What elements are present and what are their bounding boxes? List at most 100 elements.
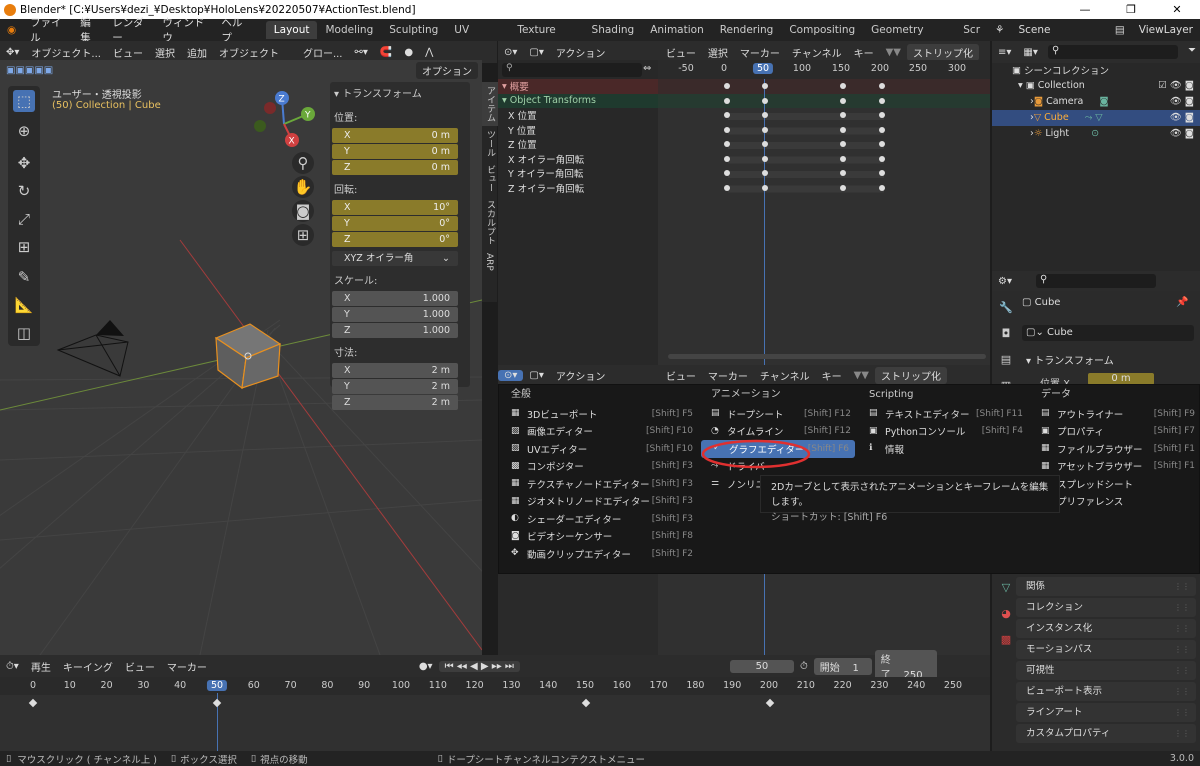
render-tab-icon[interactable]: ◘ xyxy=(996,321,1016,347)
measure-icon[interactable]: 📐 xyxy=(13,294,35,316)
close-icon[interactable]: ✕ xyxy=(1154,0,1200,19)
mode-icon[interactable]: ▢▾ xyxy=(523,370,549,381)
menu-item[interactable]: ▤ アウトライナー [Shift] F9 xyxy=(1029,405,1200,423)
keyframe[interactable] xyxy=(762,185,768,191)
scale-x-field[interactable]: X 1.000 xyxy=(332,291,458,306)
record-icon[interactable]: ●▾ xyxy=(413,661,439,672)
keyframe[interactable] xyxy=(879,170,885,176)
keyframe[interactable] xyxy=(840,141,846,147)
swap-icon[interactable]: ⇔ xyxy=(643,63,651,74)
menu-view[interactable]: ビュー xyxy=(119,659,161,674)
menu-item[interactable]: ▩ コンポジター [Shift] F3 xyxy=(499,458,699,476)
tab-animation[interactable]: Animation xyxy=(642,21,712,39)
menu-item[interactable]: ▣ Pythonコンソール [Shift] F4 xyxy=(857,423,1029,441)
location-x-field[interactable]: X0 m xyxy=(332,128,458,143)
keyframe[interactable] xyxy=(724,170,730,176)
editor-type-icon[interactable]: ≡▾ xyxy=(992,47,1017,58)
scale-icon[interactable]: ⤢ xyxy=(13,208,35,230)
keyframe[interactable] xyxy=(879,83,885,89)
location-y-field[interactable]: Y0 m xyxy=(332,144,458,159)
menu-marker[interactable]: マーカー xyxy=(702,368,754,383)
keyframe[interactable] xyxy=(840,127,846,133)
dopesheet2-body[interactable] xyxy=(498,574,990,655)
keyframe[interactable] xyxy=(724,127,730,133)
falloff-icon[interactable]: ⋀ xyxy=(419,47,439,58)
menu-view[interactable]: ビュー xyxy=(660,45,702,60)
preview-range-icon[interactable]: ⏱ xyxy=(794,661,814,672)
menu-view[interactable]: ビュー xyxy=(107,45,149,60)
property-category[interactable]: インスタンス化 xyxy=(1016,619,1196,638)
dopesheet2-mode[interactable]: アクション xyxy=(550,368,660,383)
dopesheet-mode[interactable]: アクション xyxy=(550,45,660,60)
tab-tool[interactable]: ツール xyxy=(482,126,499,161)
dimension-x-field[interactable]: X2 m xyxy=(332,363,458,378)
keyframe[interactable] xyxy=(762,156,768,162)
menu-key[interactable]: キー xyxy=(816,368,848,383)
editor-type-icon[interactable]: ⊙▾ xyxy=(498,47,523,58)
channel-summary[interactable]: ▾ 概要 xyxy=(498,79,658,94)
filter-icon[interactable]: ▼▼ xyxy=(848,370,875,381)
rotation-mode-select[interactable]: XYZ オイラー角 ⌄ xyxy=(332,251,458,266)
push-down-button[interactable]: ストリップ化 xyxy=(906,43,979,61)
dopesheet-editor[interactable]: ⚲ ⇔ ▾ 概要 ▾ Object Transforms X 位置 Y 位置 Z… xyxy=(498,60,990,365)
keyframe[interactable] xyxy=(724,98,730,104)
editor-type-icon[interactable]: ⏱▾ xyxy=(0,661,25,672)
dopesheet-scrollbar[interactable] xyxy=(668,354,986,359)
transform-orientation[interactable]: グロー... xyxy=(297,45,349,60)
keyframe[interactable] xyxy=(762,83,768,89)
property-category[interactable]: 可視性 xyxy=(1016,661,1196,680)
scene-name[interactable]: Scene xyxy=(1011,24,1107,36)
tab-sculpting[interactable]: Sculpting xyxy=(381,21,446,39)
outliner-scene-collection[interactable]: ▣ シーンコレクション xyxy=(992,63,1200,78)
menu-channel[interactable]: チャンネル xyxy=(786,45,848,60)
tab-compositing[interactable]: Compositing xyxy=(781,21,863,39)
tab-view[interactable]: ビュー xyxy=(482,161,499,196)
tab-modeling[interactable]: Modeling xyxy=(317,21,381,39)
filter-icon[interactable]: ⏷ xyxy=(1188,45,1196,56)
keyframe[interactable] xyxy=(840,112,846,118)
keyframe[interactable] xyxy=(762,112,768,118)
keyframe[interactable] xyxy=(879,141,885,147)
blender-menu-icon[interactable]: ◉ xyxy=(0,24,23,36)
pivot-icon[interactable]: ⚯▾ xyxy=(349,47,374,58)
property-category[interactable]: カスタムプロパティ xyxy=(1016,724,1196,743)
tab-shading[interactable]: Shading xyxy=(584,21,643,39)
keyframe[interactable] xyxy=(879,156,885,162)
editor-type-icon[interactable]: ⚙▾ xyxy=(992,276,1018,287)
menu-item[interactable]: ▨ 画像エディター [Shift] F10 xyxy=(499,423,699,441)
tab-arp[interactable]: ARP xyxy=(482,249,496,275)
tab-scripting[interactable]: Scr xyxy=(955,21,988,39)
menu-item[interactable]: ▤ テキストエディター [Shift] F11 xyxy=(857,405,1029,423)
tab-sculpt[interactable]: スカルプト xyxy=(482,196,499,249)
properties-search-input[interactable]: ⚲ xyxy=(1035,274,1156,288)
playback-controls[interactable]: ⏮ ◂◂ ◀ ▶ ▸▸ ⏭ xyxy=(438,660,520,672)
menu-item[interactable]: ✥ 動画クリップエディター [Shift] F2 xyxy=(499,545,699,563)
menu-marker[interactable]: マーカー xyxy=(161,659,213,674)
ortho-grid-icon[interactable]: ⊞ xyxy=(292,224,314,246)
keyframe[interactable] xyxy=(762,127,768,133)
menu-item[interactable]: ▦ ファイルブラウザー [Shift] F1 xyxy=(1029,440,1200,458)
options-button[interactable]: オプション xyxy=(416,61,478,79)
keyframe[interactable] xyxy=(724,185,730,191)
viewlayer-icon[interactable]: ▤ xyxy=(1108,24,1132,36)
channel-search-input[interactable]: ⚲ xyxy=(502,63,642,77)
menu-item[interactable]: ▤ ドープシート [Shift] F12 xyxy=(699,405,857,423)
property-category[interactable]: 関係 xyxy=(1016,577,1196,596)
menu-marker[interactable]: マーカー xyxy=(734,45,786,60)
annotate-icon[interactable]: ✎ xyxy=(13,266,35,288)
zoom-icon[interactable]: ⚲ xyxy=(292,152,314,174)
timeline-area[interactable]: 0 10 20 30 40 50 60 70 80 90 100 110 120 130 140 150 160… xyxy=(0,677,990,751)
keyframe[interactable] xyxy=(762,141,768,147)
outliner-camera[interactable]: › ◙ Camera ◙ 👁 ◙ xyxy=(992,94,1200,110)
menu-select[interactable]: 選択 xyxy=(149,45,181,60)
pan-hand-icon[interactable]: ✋ xyxy=(292,176,314,198)
rotate-icon[interactable]: ↻ xyxy=(13,180,35,202)
keyframe[interactable] xyxy=(879,98,885,104)
maximize-icon[interactable]: ❐ xyxy=(1108,0,1154,19)
rotation-x-field[interactable]: X 10° xyxy=(332,200,458,215)
output-tab-icon[interactable]: ▤ xyxy=(996,347,1016,373)
push-down-button[interactable]: ストリップ化 xyxy=(874,366,947,384)
menu-item[interactable]: ◐ シェーダーエディター [Shift] F3 xyxy=(499,510,699,528)
channel-y-location[interactable]: Y 位置 xyxy=(498,123,658,138)
keyframe[interactable] xyxy=(724,112,730,118)
